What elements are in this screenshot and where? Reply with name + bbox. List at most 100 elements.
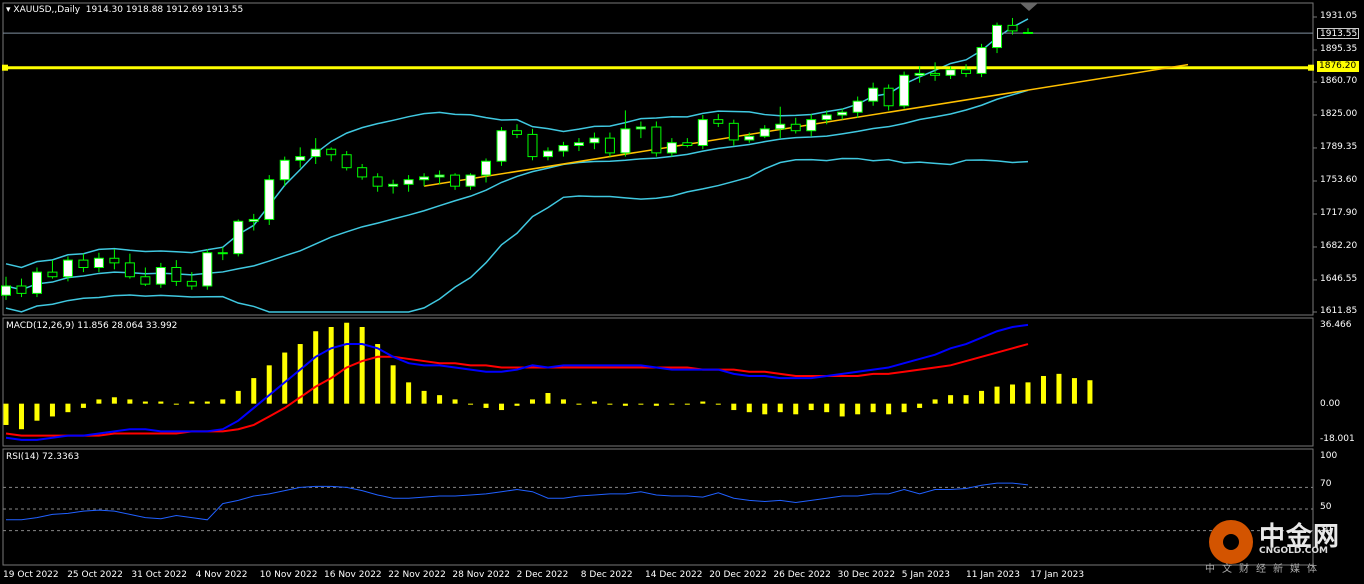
- date-axis-label: 5 Jan 2023: [901, 570, 951, 580]
- macd-histogram-bar: [529, 399, 535, 404]
- rsi-axis-100: 100: [1320, 451, 1338, 461]
- bollinger-lower: [5, 157, 1029, 313]
- rsi-panel-frame: [2, 448, 1314, 566]
- candle-body: [326, 148, 337, 156]
- candle: [496, 127, 507, 166]
- candle: [899, 71, 910, 109]
- candle: [976, 43, 987, 78]
- candle-body: [1007, 24, 1018, 32]
- candle-body: [914, 72, 925, 76]
- macd-histogram-bar: [979, 390, 985, 404]
- candle: [1007, 17, 1018, 35]
- chart-root: [1, 2, 1318, 566]
- price-axis-label: 1646.55: [1320, 273, 1358, 284]
- macd-panel[interactable]: [3, 322, 1093, 441]
- candle-body: [295, 156, 306, 161]
- candle-body: [852, 100, 863, 113]
- macd-histogram-bar: [731, 403, 737, 411]
- macd-histogram-bar: [886, 403, 892, 415]
- collapse-triangle-icon[interactable]: ▾: [6, 5, 11, 15]
- candle-body: [62, 259, 73, 278]
- date-axis-label: 22 Nov 2022: [388, 570, 446, 580]
- rsi-panel[interactable]: [3, 482, 1313, 532]
- date-axis-label: 19 Oct 2022: [3, 570, 59, 580]
- candle-body: [558, 145, 569, 152]
- candle-body: [78, 259, 89, 269]
- candle: [465, 173, 476, 190]
- candle: [728, 119, 739, 146]
- candle: [326, 147, 337, 162]
- macd-histogram-bar: [344, 322, 350, 404]
- candle: [527, 128, 538, 161]
- candle: [233, 219, 244, 257]
- macd-histogram-bar: [142, 401, 148, 404]
- macd-histogram-bar: [1040, 375, 1046, 404]
- candle: [558, 141, 569, 157]
- date-axis-label: 14 Dec 2022: [645, 570, 703, 580]
- candle-body: [186, 280, 197, 287]
- macd-histogram-bar: [483, 403, 489, 408]
- macd-histogram-bar: [452, 399, 458, 404]
- price-axis-label: 1895.35: [1320, 43, 1358, 54]
- candle-body: [666, 142, 677, 154]
- macd-histogram-bar: [777, 403, 783, 413]
- candle: [124, 253, 135, 279]
- date-axis-label: 8 Dec 2022: [580, 570, 633, 580]
- trend-line: [423, 63, 1189, 187]
- candle-body: [790, 123, 801, 132]
- macd-histogram-bar: [499, 403, 505, 411]
- candle-body: [589, 137, 600, 144]
- candle-body: [450, 174, 461, 187]
- macd-panel-frame: [2, 317, 1314, 447]
- date-axis-label: 2 Dec 2022: [516, 570, 569, 580]
- macd-histogram-bar: [1071, 378, 1077, 404]
- price-axis-label: 1682.20: [1320, 240, 1358, 251]
- candle-body: [31, 271, 42, 294]
- price-panel[interactable]: [1, 16, 1318, 313]
- candle: [109, 249, 120, 270]
- macd-histogram-bar: [669, 403, 675, 405]
- candle: [992, 22, 1003, 54]
- candle-body: [155, 267, 166, 285]
- candle: [93, 252, 104, 273]
- candle: [450, 173, 461, 190]
- macd-histogram-bar: [468, 403, 474, 405]
- candle-body: [713, 119, 724, 124]
- candle: [171, 260, 182, 286]
- candle: [573, 138, 584, 152]
- current-price-tag: 1913.55: [1317, 28, 1359, 39]
- macd-histogram-bar: [607, 403, 613, 405]
- candle-body: [217, 252, 228, 255]
- candle: [512, 124, 522, 139]
- macd-histogram-bar: [948, 395, 954, 404]
- candle: [155, 262, 166, 288]
- candle-body: [992, 24, 1003, 49]
- candle-body: [357, 167, 368, 178]
- macd-histogram-bar: [80, 403, 86, 408]
- candle-body: [496, 130, 507, 162]
- candle: [357, 163, 368, 180]
- candle-body: [728, 122, 739, 141]
- date-axis-label: 30 Dec 2022: [837, 570, 896, 580]
- macd-histogram-bar: [1056, 373, 1062, 404]
- candle-body: [573, 142, 584, 147]
- candle: [217, 247, 228, 261]
- macd-histogram-bar: [127, 399, 133, 404]
- candle-body: [976, 47, 987, 74]
- candle-body: [883, 87, 894, 107]
- candle: [697, 115, 708, 150]
- macd-histogram-bar: [111, 397, 117, 404]
- candle: [341, 151, 352, 171]
- candle: [759, 125, 770, 139]
- macd-histogram-bar: [220, 399, 226, 404]
- candle-body: [47, 271, 58, 278]
- candle-body: [635, 126, 646, 130]
- macd-histogram-bar: [638, 403, 644, 405]
- candle: [372, 173, 383, 192]
- date-axis-label: 11 Jan 2023: [966, 570, 1020, 580]
- macd-histogram-bar: [1087, 380, 1093, 404]
- level-price-tag: 1876.20: [1317, 61, 1359, 72]
- candle: [202, 249, 213, 290]
- shift-marker-icon[interactable]: [1020, 3, 1038, 11]
- candle: [78, 253, 89, 273]
